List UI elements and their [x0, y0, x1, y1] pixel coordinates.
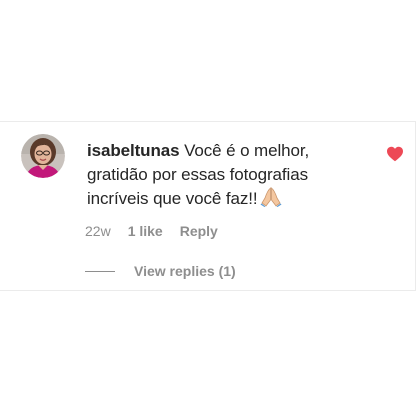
like-count[interactable]: 1 like — [128, 223, 163, 239]
comment-body: isabeltunas Você é o melhor, gratidão po… — [87, 139, 357, 214]
comment-timestamp[interactable]: 22w — [85, 223, 111, 239]
folded-hands-icon — [260, 187, 282, 214]
comment-username[interactable]: isabeltunas — [87, 141, 180, 160]
avatar[interactable] — [21, 134, 65, 178]
view-replies-label: View replies (1) — [134, 263, 236, 279]
comment-card: isabeltunas Você é o melhor, gratidão po… — [0, 121, 416, 291]
comment-meta: 22w 1 like Reply — [85, 223, 218, 239]
reply-button[interactable]: Reply — [180, 223, 218, 239]
page: isabeltunas Você é o melhor, gratidão po… — [0, 0, 420, 420]
heart-icon[interactable] — [386, 146, 404, 162]
view-replies-button[interactable]: View replies (1) — [85, 263, 236, 279]
replies-divider-line — [85, 270, 115, 272]
